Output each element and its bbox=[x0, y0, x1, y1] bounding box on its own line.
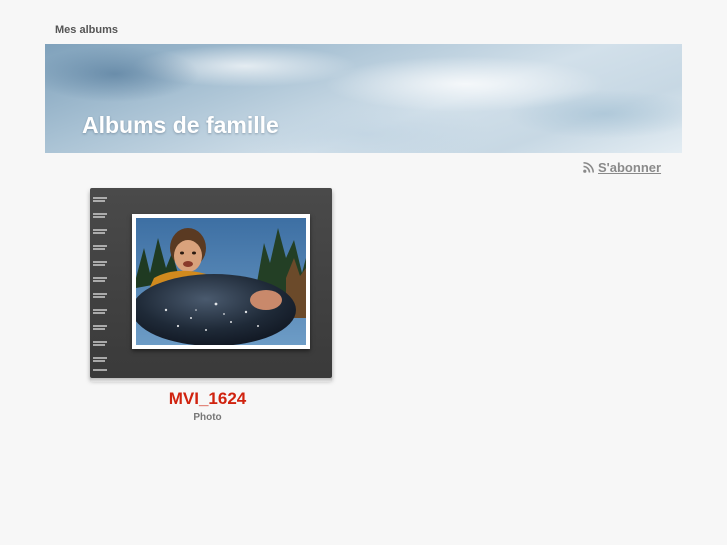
breadcrumb-label[interactable]: Mes albums bbox=[55, 24, 118, 36]
page-title: Albums de famille bbox=[82, 112, 279, 138]
subscribe-link[interactable]: S'abonner bbox=[583, 160, 661, 175]
album-title[interactable]: MVI_1624 bbox=[80, 389, 335, 409]
album-cover[interactable] bbox=[90, 188, 332, 382]
rss-icon bbox=[583, 162, 594, 173]
spiral-binding-icon bbox=[93, 197, 107, 371]
breadcrumb[interactable]: Mes albums bbox=[55, 24, 118, 36]
header-banner: Albums de famille bbox=[45, 44, 682, 153]
album-thumbnail[interactable] bbox=[136, 218, 306, 345]
subscribe-label[interactable]: S'abonner bbox=[598, 160, 661, 175]
album-type: Photo bbox=[193, 412, 222, 423]
thumbnail-image bbox=[136, 218, 306, 345]
page: Mes albums Albums de famille S'abonner M… bbox=[0, 0, 727, 545]
album-thumbnail-frame[interactable] bbox=[132, 214, 310, 349]
